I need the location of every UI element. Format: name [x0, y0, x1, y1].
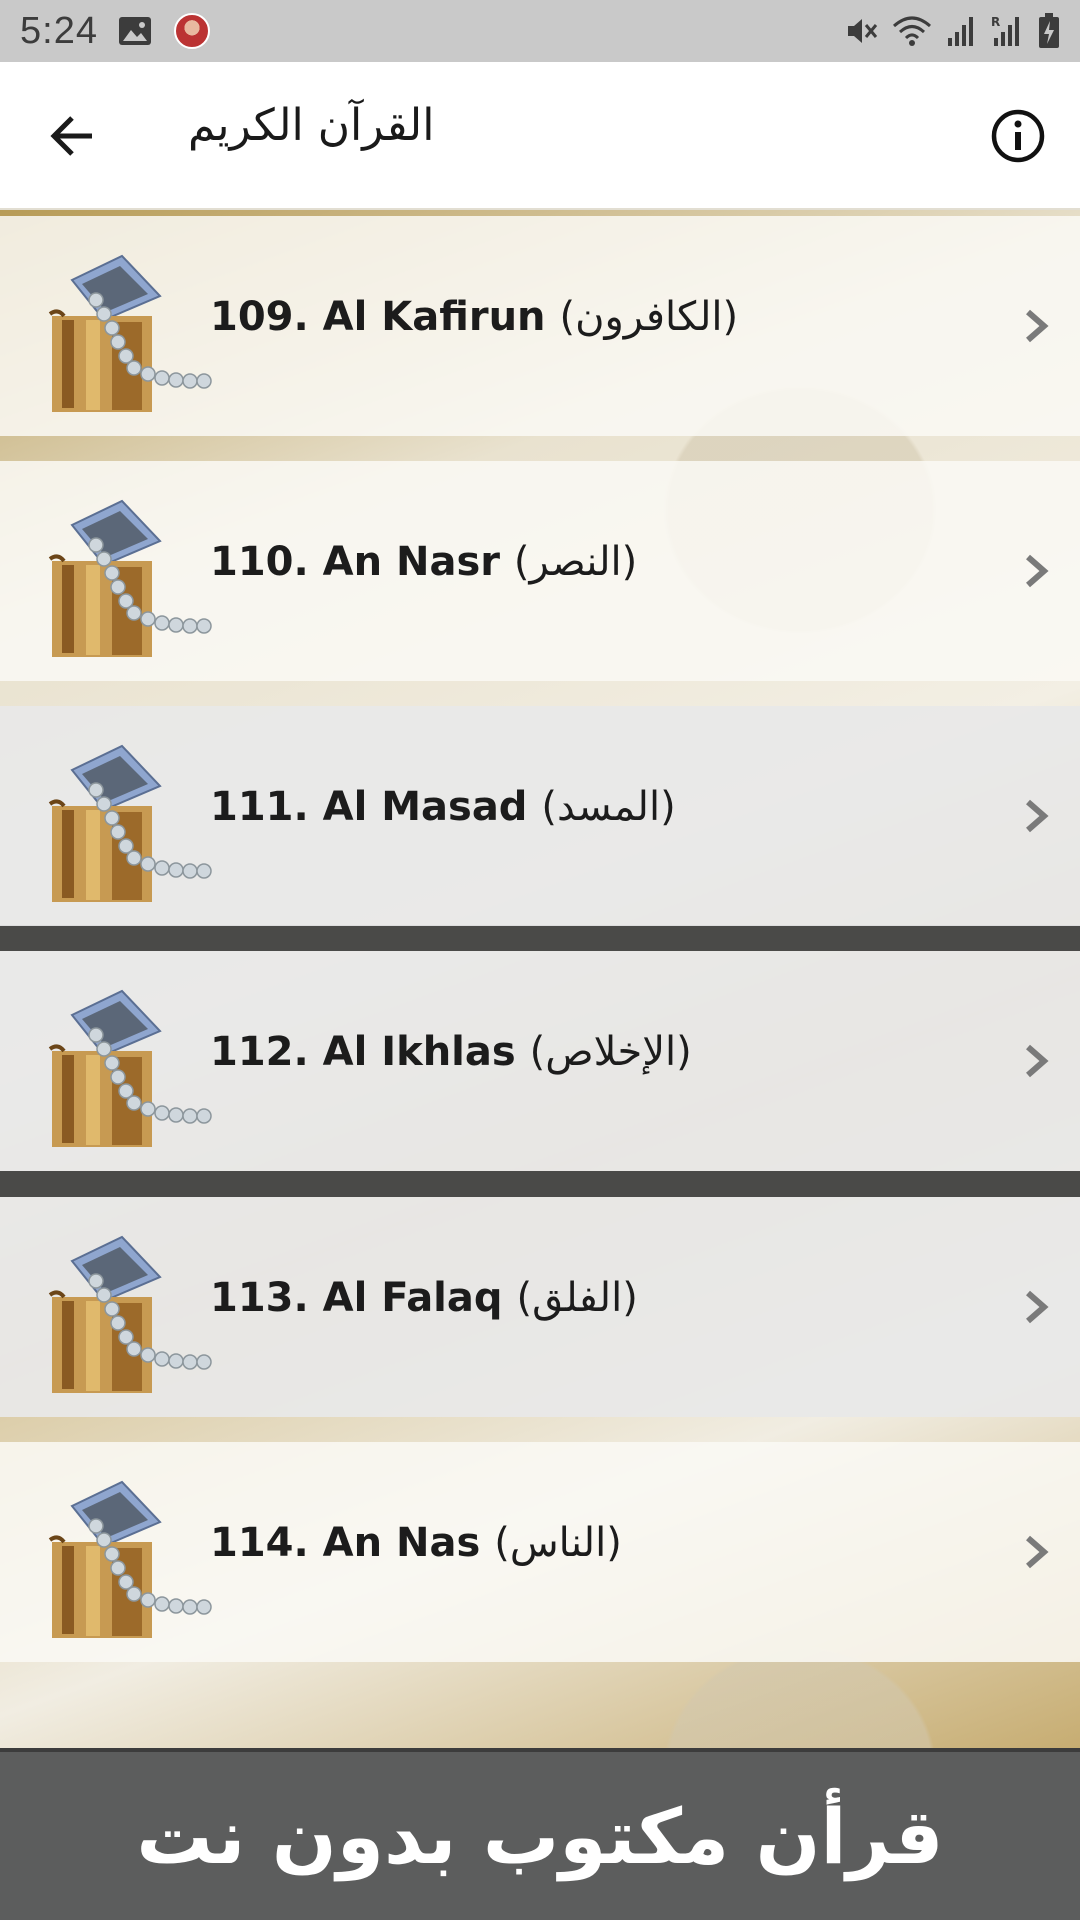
chevron-right-icon — [1026, 1044, 1049, 1078]
wifi-icon — [892, 14, 932, 48]
chevron-right-icon — [1026, 309, 1049, 343]
surah-title: 111. Al Masad (المسد) — [210, 784, 676, 830]
surah-arabic-name: (الفلق) — [516, 1275, 638, 1321]
page-title: القرآن الكريم — [188, 100, 435, 151]
svg-text:R: R — [991, 15, 1000, 29]
signal-icon — [946, 14, 976, 48]
surah-arabic-name: (الإخلاص) — [529, 1029, 692, 1075]
surah-title: 114. An Nas (الناس) — [210, 1520, 622, 1566]
surah-title: 109. Al Kafirun (الكافرون) — [210, 294, 738, 340]
status-time: 5:24 — [20, 9, 98, 52]
app-bar: القرآن الكريم — [0, 62, 1080, 210]
surah-name: 111. Al Masad — [210, 784, 528, 830]
quran-book-icon — [48, 254, 212, 412]
back-button[interactable] — [42, 106, 102, 166]
roaming-signal-icon: R — [990, 14, 1024, 48]
arrow-left-icon — [50, 116, 92, 156]
surah-name: 113. Al Falaq — [210, 1275, 503, 1321]
surah-arabic-name: (المسد) — [541, 784, 676, 830]
surah-name: 112. Al Ikhlas — [210, 1029, 516, 1075]
surah-name: 114. An Nas — [210, 1520, 481, 1566]
quran-book-icon — [48, 989, 212, 1147]
chevron-right-icon — [1026, 1290, 1049, 1324]
divider — [0, 1171, 1080, 1197]
image-icon — [118, 16, 152, 46]
surah-list-item[interactable]: 110. An Nasr (النصر) — [0, 461, 1080, 681]
surah-title: 112. Al Ikhlas (الإخلاص) — [210, 1029, 692, 1075]
surah-arabic-name: (الناس) — [494, 1520, 622, 1566]
surah-title: 110. An Nasr (النصر) — [210, 539, 637, 585]
surah-title: 113. Al Falaq (الفلق) — [210, 1275, 638, 1321]
chevron-right-icon — [1026, 1535, 1049, 1569]
surah-list-item[interactable]: 111. Al Masad (المسد) — [0, 706, 1080, 926]
quran-book-icon — [48, 1235, 212, 1393]
info-button[interactable] — [990, 108, 1046, 164]
surah-list-item[interactable]: 114. An Nas (الناس) — [0, 1442, 1080, 1662]
quran-book-icon — [48, 499, 212, 657]
battery-charging-icon — [1038, 13, 1060, 49]
footer-banner[interactable]: قرأن مكتوب بدون نت — [0, 1748, 1080, 1920]
chevron-right-icon — [1026, 799, 1049, 833]
avatar-icon — [173, 13, 210, 49]
footer-title: قرأن مكتوب بدون نت — [136, 1791, 944, 1881]
quran-book-icon — [48, 1480, 212, 1638]
quran-book-icon — [48, 744, 212, 902]
info-icon — [991, 109, 1045, 163]
mute-icon — [844, 14, 878, 48]
surah-list-item[interactable]: 112. Al Ikhlas (الإخلاص) — [0, 951, 1080, 1171]
surah-name: 109. Al Kafirun — [210, 294, 546, 340]
chevron-right-icon — [1026, 554, 1049, 588]
surah-arabic-name: (النصر) — [513, 539, 638, 585]
status-bar: 5:24 R — [0, 0, 1080, 62]
surah-arabic-name: (الكافرون) — [559, 294, 739, 340]
surah-list-item[interactable]: 113. Al Falaq (الفلق) — [0, 1197, 1080, 1417]
surah-name: 110. An Nasr — [210, 539, 500, 585]
divider — [0, 925, 1080, 951]
surah-list-item[interactable]: 109. Al Kafirun (الكافرون) — [0, 216, 1080, 436]
